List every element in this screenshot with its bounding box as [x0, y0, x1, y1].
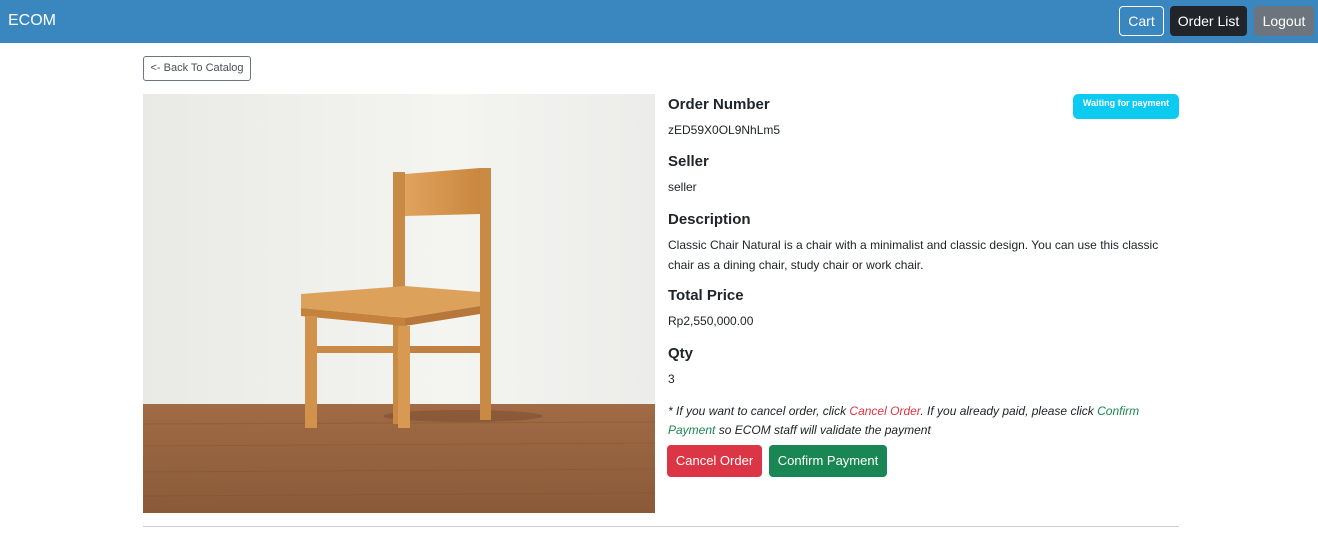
logout-button[interactable]: Logout	[1254, 6, 1314, 36]
note-text-2: . If you already paid, please click	[920, 404, 1098, 418]
navbar: ECOM Cart Order List Logout	[0, 0, 1318, 43]
description-value: Classic Chair Natural is a chair with a …	[668, 238, 1159, 272]
note-text-1: * If you want to cancel order, click	[668, 404, 850, 418]
status-badge: Waiting for payment	[1073, 94, 1179, 119]
note-text-3: so ECOM staff will validate the payment	[715, 423, 931, 437]
note-cancel-link: Cancel Order	[849, 404, 921, 418]
description-label: Description	[668, 211, 751, 228]
qty-label: Qty	[668, 345, 694, 362]
divider	[143, 526, 1179, 527]
product-image	[143, 94, 655, 513]
confirm-payment-button[interactable]: Confirm Payment	[769, 445, 887, 477]
cart-button[interactable]: Cart	[1119, 6, 1164, 36]
order-list-button[interactable]: Order List	[1170, 6, 1247, 36]
instruction-note: * If you want to cancel order, click Can…	[668, 402, 1180, 440]
back-to-catalog-button[interactable]: <- Back To Catalog	[143, 56, 251, 81]
qty-value: 3	[668, 372, 675, 386]
chair-photo-icon	[143, 94, 655, 513]
brand-logo[interactable]: ECOM	[8, 11, 56, 31]
seller-value: seller	[668, 180, 697, 194]
total-price-value: Rp2,550,000.00	[668, 314, 754, 328]
order-number-label: Order Number	[668, 96, 770, 113]
total-price-label: Total Price	[668, 287, 744, 304]
order-number-value: zED59X0OL9NhLm5	[668, 123, 781, 137]
seller-label: Seller	[668, 153, 709, 170]
cancel-order-button[interactable]: Cancel Order	[667, 445, 762, 477]
